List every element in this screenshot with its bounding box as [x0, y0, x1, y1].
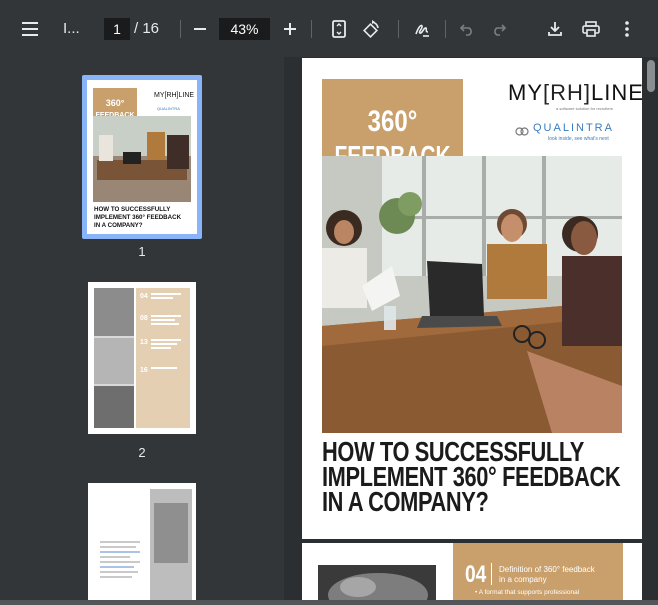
myrhline-logo: MY[RH]LINE — [508, 80, 644, 108]
brand-right: LINE — [591, 80, 644, 105]
thumbnail-page3-preview — [88, 483, 196, 600]
thumbnail-cover-preview: 360° FEEDBACK MY[RH]LINE QUALINTRA HOW T… — [87, 80, 197, 234]
svg-text:IN A COMPANY?: IN A COMPANY? — [94, 222, 143, 229]
toolbar-divider — [398, 20, 399, 38]
partner-name: QUALINTRA — [533, 122, 614, 134]
zoom-in-icon[interactable] — [277, 16, 303, 42]
thumbnail-page-3[interactable] — [88, 483, 196, 600]
thumbnail-page-1[interactable]: 360° FEEDBACK MY[RH]LINE QUALINTRA HOW T… — [82, 75, 202, 239]
section-number: 04 — [465, 561, 487, 588]
thumbnail-toc-preview: 04 08 13 16 — [88, 282, 196, 434]
viewer-scrollbar[interactable] — [647, 60, 655, 92]
toolbar-divider — [180, 20, 181, 38]
zoom-level-input[interactable]: 43% — [219, 18, 270, 40]
rotate-icon[interactable] — [358, 16, 384, 42]
qualintra-logo-icon — [515, 123, 529, 136]
menu-icon[interactable] — [18, 16, 44, 42]
thumbnail-label-2: 2 — [138, 445, 146, 460]
brand-tagline: a software solution for recruiters — [556, 106, 613, 111]
thumbnail-sidebar: 360° FEEDBACK MY[RH]LINE QUALINTRA HOW T… — [0, 57, 284, 600]
thumb2-num-16: 16 — [140, 367, 148, 374]
badge-line-1: 360° — [367, 105, 418, 138]
meeting-photo — [322, 156, 622, 433]
pdf-page-2: 04 Definition of 360° feedback in a comp… — [302, 543, 642, 600]
pdf-toolbar: I... 1 / 16 43% — [0, 0, 658, 57]
cover-title: HOW TO SUCCESSFULLY IMPLEMENT 360° FEEDB… — [322, 438, 634, 517]
section-bullet: • A format that supports professional — [475, 589, 580, 596]
pdf-page-1: 360° FEEDBACK MY[RH]LINE a software solu… — [302, 58, 644, 539]
svg-text:MY[RH]LINE: MY[RH]LINE — [154, 92, 194, 99]
svg-text:360°: 360° — [106, 98, 125, 108]
section-title: Definition of 360° feedback in a company — [499, 565, 595, 585]
brand-mid: [RH] — [543, 80, 591, 105]
thumb2-num-13: 13 — [140, 339, 148, 346]
page2-photo — [318, 565, 436, 600]
zoom-out-icon[interactable] — [187, 16, 213, 42]
thumb2-num-04: 04 — [140, 293, 148, 300]
section-title-line-2: in a company — [499, 575, 547, 584]
thumbnail-label-1: 1 — [138, 244, 146, 259]
thumb2-num-08: 08 — [140, 315, 148, 322]
brand-left: MY — [508, 80, 543, 105]
section-divider — [491, 563, 492, 585]
document-title: I... — [63, 20, 80, 37]
page-number-input[interactable]: 1 — [104, 18, 130, 40]
print-icon[interactable] — [578, 16, 604, 42]
svg-text:IMPLEMENT 360° FEEDBACK: IMPLEMENT 360° FEEDBACK — [94, 214, 182, 221]
undo-icon[interactable] — [454, 16, 480, 42]
download-icon[interactable] — [542, 16, 568, 42]
cover-title-line-3: IN A COMPANY? — [322, 486, 489, 517]
section-title-line-1: Definition of 360° feedback — [499, 565, 595, 574]
thumbnail-page-2[interactable]: 04 08 13 16 — [88, 282, 196, 434]
more-options-icon[interactable] — [614, 16, 640, 42]
toolbar-divider — [311, 20, 312, 38]
svg-text:QUALINTRA: QUALINTRA — [157, 106, 180, 111]
svg-text:HOW TO SUCCESSFULLY: HOW TO SUCCESSFULLY — [94, 206, 171, 213]
page2-section-block: 04 Definition of 360° feedback in a comp… — [453, 543, 623, 600]
redo-icon[interactable] — [486, 16, 512, 42]
toolbar-divider — [445, 20, 446, 38]
page-total: / 16 — [134, 20, 160, 37]
fit-page-icon[interactable] — [326, 16, 352, 42]
annotate-pen-icon[interactable] — [409, 16, 435, 42]
partner-tagline: look inside, see what's next — [548, 136, 609, 142]
